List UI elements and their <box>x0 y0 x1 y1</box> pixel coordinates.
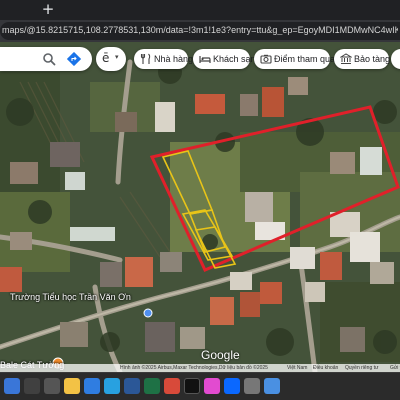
browser-window: + maps/@15.8215715,108.2778531,130m/data… <box>0 0 400 400</box>
chrome-icon[interactable] <box>84 378 100 394</box>
chip-label: Điểm tham quan <box>274 54 341 64</box>
taskbar <box>0 372 400 400</box>
chip-attraction[interactable]: Điểm tham quan <box>254 49 340 69</box>
satellite-imagery <box>0 42 400 372</box>
edge-icon[interactable] <box>104 378 120 394</box>
word-icon[interactable] <box>124 378 140 394</box>
chip-restaurant[interactable]: Nhà hàng <box>134 49 193 69</box>
browser-toolbar: maps/@15.8215715,108.2778531,130m/data=!… <box>0 20 400 42</box>
tab-strip: + <box>0 0 400 20</box>
search-icon[interactable] <box>42 52 56 66</box>
attribution-bar: Hình ảnh ©2025 Airbus,Maxar Technologies… <box>0 364 400 372</box>
google-logo: Google <box>201 348 240 362</box>
camera-icon <box>260 54 272 64</box>
layer-toggle-button[interactable]: ē ▾ <box>96 47 126 71</box>
terms-link[interactable]: Điều khoản <box>313 364 338 372</box>
hotel-icon <box>199 56 211 63</box>
task-view-icon[interactable] <box>44 378 60 394</box>
settings-icon[interactable] <box>244 378 260 394</box>
search-icon[interactable] <box>24 378 40 394</box>
imagery-credit: Hình ảnh ©2025 Airbus,Maxar Technologies… <box>120 365 268 371</box>
address-bar[interactable]: maps/@15.8215715,108.2778531,130m/data=!… <box>0 22 400 40</box>
tiktok-icon[interactable] <box>184 378 200 394</box>
excel-icon[interactable] <box>144 378 160 394</box>
photos-icon[interactable] <box>164 378 180 394</box>
chip-label: Nhà hàng <box>154 54 194 64</box>
chip-museum[interactable]: Bảo tàng <box>334 49 391 69</box>
feedback-link[interactable]: Gửi ý kiến phản hồi về sản phẩm <box>390 364 400 372</box>
start-icon[interactable] <box>4 378 20 394</box>
chip-label: Khách sạn <box>213 54 256 64</box>
capcut-icon[interactable] <box>204 378 220 394</box>
country-link[interactable]: Việt Nam <box>287 364 307 372</box>
file-explorer-icon[interactable] <box>64 378 80 394</box>
zalo-icon[interactable] <box>224 378 240 394</box>
chip-hotel[interactable]: Khách sạn <box>193 49 256 69</box>
satellite-map[interactable]: ē ▾ Nhà hàng Khách sạn Điểm tham quan Bả… <box>0 42 400 372</box>
directions-icon[interactable] <box>67 52 81 66</box>
new-tab-button[interactable]: + <box>40 1 56 17</box>
restaurant-icon <box>140 53 151 64</box>
privacy-link[interactable]: Quyền riêng tư <box>345 364 378 372</box>
store-icon[interactable] <box>264 378 280 394</box>
museum-icon <box>340 53 352 64</box>
chip-label: Bảo tàng <box>354 54 391 64</box>
layer-icon: ē <box>102 51 110 65</box>
place-label-school[interactable]: Trường Tiểu học Trần Văn Ơn <box>10 292 131 302</box>
chevron-down-icon: ▾ <box>115 53 119 61</box>
url-text: maps/@15.8215715,108.2778531,130m/data=!… <box>2 25 398 35</box>
search-box[interactable] <box>0 47 92 71</box>
